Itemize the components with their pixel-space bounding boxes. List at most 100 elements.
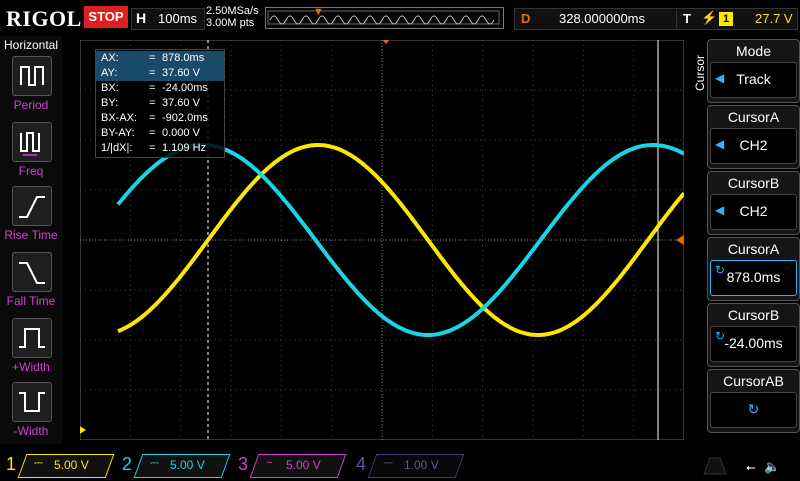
cursor-key: BY-AY: (101, 127, 135, 139)
button-value: CH2 (739, 137, 768, 153)
trigger-box[interactable]: T ⚡ 1 27.7 V (676, 8, 798, 30)
measure-label: Rise Time (4, 228, 58, 242)
button-value-box: ◀ CH2 (710, 194, 797, 230)
channel-number: 2 (121, 454, 132, 474)
sample-rate: 2.50MSa/s (206, 5, 259, 17)
cursor-key: BX: (101, 82, 119, 94)
cursor-row-by: BY: = 37.60 V (96, 96, 224, 111)
cursor-menu-panel: Cursor Mode ◀ Track CursorA ◀ CH2 Cursor… (688, 36, 800, 444)
memory-waveform-preview (267, 10, 500, 25)
cursor-eq: = (149, 142, 156, 154)
cursor-value: 37.60 V (162, 67, 200, 79)
cursor-value: 0.000 V (162, 127, 200, 139)
button-title: CursorAB (723, 373, 784, 389)
timebase-box[interactable]: H 100ms (131, 8, 205, 30)
measure-rise-time-button[interactable]: Rise Time (0, 186, 62, 248)
run-stop-indicator[interactable]: STOP (84, 6, 128, 28)
button-title: CursorA (727, 241, 780, 257)
brand-logo: RIGOL (6, 6, 82, 31)
cursor-key: 1/|dX|: (101, 142, 133, 154)
button-title: CursorA (727, 109, 780, 125)
channel-1-status[interactable]: 1 ⎓ 5.00 V (2, 454, 115, 478)
measure-positive-width-button[interactable]: +Width (0, 318, 62, 380)
dc-coupling-icon: ⎓ (150, 457, 159, 469)
measure-label: Freq (18, 164, 44, 178)
cursor-row-ay: AY: = 37.60 V (96, 66, 224, 81)
rise-time-icon (12, 186, 52, 226)
button-value: Track (736, 71, 771, 87)
trigger-source: 1 (719, 12, 733, 26)
cursor-menu-tab: Cursor (688, 40, 708, 440)
speaker-muted-icon: 🔈 (764, 460, 780, 475)
button-title: Mode (735, 43, 772, 59)
measure-label: Fall Time (6, 294, 56, 308)
delay-box[interactable]: D 328.000000ms (514, 8, 696, 30)
channel-number: 4 (355, 454, 366, 474)
channel-status-bar: 1 ⎓ 5.00 V 2 ⎓ 5.00 V 3 ~ 5.00 V 4 ⎓ 1.0… (0, 448, 800, 480)
cursor-value: -24.00ms (162, 82, 208, 94)
memory-position-bar[interactable] (265, 7, 504, 29)
cursor-key: AY: (101, 67, 118, 79)
cursor-row-by-ay: BY-AY: = 0.000 V (96, 126, 224, 141)
horizontal-key: H (136, 10, 147, 26)
measure-label: Period (13, 98, 49, 112)
channel-3-status[interactable]: 3 ~ 5.00 V (234, 454, 347, 478)
button-value-box: ↻ 878.0ms (710, 260, 797, 296)
trigger-position-marker-icon: ▼ (313, 6, 324, 18)
button-value: CH2 (739, 203, 768, 219)
cursor-row-inv-dx: 1/|dX|: = 1.109 Hz (96, 141, 224, 156)
cursorB-position-button[interactable]: CursorB ↻ -24.00ms (707, 303, 800, 367)
button-title: CursorB (727, 307, 780, 323)
channel-4-status[interactable]: 4 ⎓ 1.00 V (352, 454, 465, 478)
status-icons: ⭠ 🔈 (700, 456, 798, 476)
positive-width-icon (12, 318, 52, 358)
measure-freq-button[interactable]: Freq (0, 122, 62, 184)
measure-fall-time-button[interactable]: Fall Time (0, 252, 62, 314)
cursorA-position-button[interactable]: CursorA ↻ 878.0ms (707, 237, 800, 301)
measure-period-button[interactable]: Period (0, 56, 62, 118)
period-icon (12, 56, 52, 96)
button-value-box: ↻ -24.00ms (710, 326, 797, 362)
cursorAB-button[interactable]: CursorAB ↻ (707, 369, 800, 433)
cursor-value: 878.0ms (162, 52, 205, 64)
cursor-value: -902.0ms (162, 112, 208, 124)
ac-coupling-icon: ~ (266, 457, 273, 469)
channel-scale: 5.00 V (170, 458, 205, 472)
cursor-eq: = (149, 82, 156, 94)
cursor-eq: = (149, 52, 156, 64)
cursor-eq: = (149, 112, 156, 124)
memory-depth: 3.00M pts (206, 17, 255, 29)
cursorA-source-button[interactable]: CursorA ◀ CH2 (707, 105, 800, 169)
measure-negative-width-button[interactable]: -Width (0, 382, 62, 444)
button-value-box: ↻ (710, 392, 797, 428)
timebase-value: 100ms (158, 11, 198, 26)
cursor-key: AX: (101, 52, 119, 64)
button-title: CursorB (727, 175, 780, 191)
cursor-readout-panel: AX: = 878.0ms AY: = 37.60 V BX: = -24.00… (95, 49, 225, 158)
frequency-icon (12, 122, 52, 162)
delay-value: 328.000000ms (559, 11, 646, 26)
top-status-bar: RIGOL STOP H 100ms 2.50MSa/s 3.00M pts ▼… (0, 0, 800, 36)
measure-label: +Width (12, 360, 50, 374)
menu-tab-icon (703, 457, 727, 475)
trigger-key: T (683, 11, 691, 26)
panel-title: Horizontal (3, 38, 59, 52)
channel-scale: 1.00 V (404, 458, 439, 472)
cursor-mode-button[interactable]: Mode ◀ Track (707, 39, 800, 103)
delay-key: D (521, 11, 531, 26)
cursor-eq: = (149, 67, 156, 79)
button-value-box: ◀ Track (710, 62, 797, 98)
channel-2-status[interactable]: 2 ⎓ 5.00 V (118, 454, 231, 478)
rotate-knob-icon: ↻ (747, 401, 760, 417)
channel-number: 1 (5, 454, 16, 474)
measure-label: -Width (13, 424, 49, 438)
cursor-value: 1.109 Hz (162, 142, 207, 154)
cursor-row-ax: AX: = 878.0ms (96, 51, 224, 66)
button-value: -24.00ms (724, 335, 783, 351)
rising-edge-icon: ⚡ (701, 10, 718, 25)
menu-tab-label: Cursor (693, 54, 708, 92)
horizontal-measurement-panel: Horizontal Period Freq Rise Time Fall Ti… (0, 36, 62, 444)
cursor-value: 37.60 V (162, 97, 200, 109)
cursorB-source-button[interactable]: CursorB ◀ CH2 (707, 171, 800, 235)
channel-scale: 5.00 V (286, 458, 321, 472)
